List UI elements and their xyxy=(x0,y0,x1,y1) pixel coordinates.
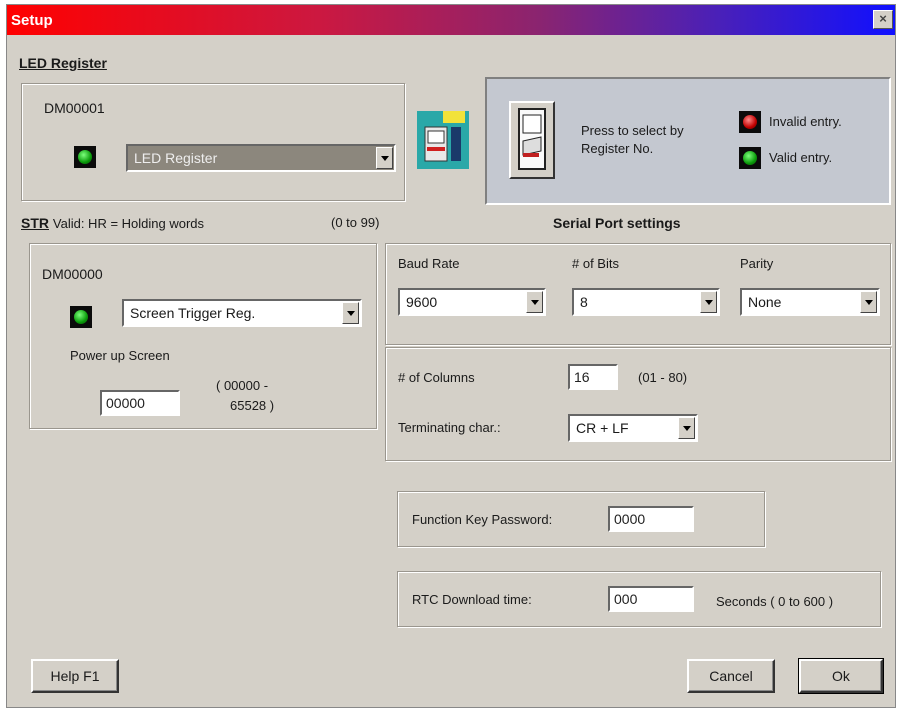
select-by-register-button[interactable] xyxy=(509,101,555,179)
title-bar[interactable]: Setup × xyxy=(7,5,895,35)
powerup-range-line1: ( 00000 - xyxy=(216,378,269,393)
password-group: Function Key Password: xyxy=(397,491,765,547)
bits-value: 8 xyxy=(580,294,588,310)
terminating-char-value: CR + LF xyxy=(576,420,629,436)
led-register-heading: LED Register xyxy=(19,55,107,71)
ok-button[interactable]: Ok xyxy=(798,658,884,694)
rtc-group: RTC Download time: Seconds ( 0 to 600 ) xyxy=(397,571,881,627)
chevron-down-icon[interactable] xyxy=(700,291,717,313)
str-range: (0 to 99) xyxy=(331,215,380,230)
password-input[interactable] xyxy=(608,506,694,532)
chevron-down-icon[interactable] xyxy=(678,417,695,439)
register-select-panel: Press to select by Register No. Invalid … xyxy=(485,77,891,205)
help-button[interactable]: Help F1 xyxy=(31,659,119,693)
rtc-unit: Seconds ( 0 to 600 ) xyxy=(716,594,834,609)
password-label: Function Key Password: xyxy=(412,512,553,527)
str-group: DM00000 Screen Trigger Reg. Power up Scr… xyxy=(29,243,377,429)
baud-rate-label: Baud Rate xyxy=(398,256,460,271)
str-heading: STR Valid: HR = Holding words xyxy=(21,215,205,231)
bits-combo[interactable]: 8 xyxy=(572,288,720,316)
press-to-select-line2: Register No. xyxy=(581,141,654,156)
chevron-down-icon[interactable] xyxy=(376,147,393,169)
window-title: Setup xyxy=(11,11,53,29)
serial-format-group: # of Columns (01 - 80) Terminating char.… xyxy=(385,347,891,461)
invalid-led-icon xyxy=(739,111,761,133)
serial-heading: Serial Port settings xyxy=(553,215,681,231)
valid-entry-label: Valid entry. xyxy=(769,150,833,165)
parity-label: Parity xyxy=(740,256,774,271)
columns-input[interactable] xyxy=(568,364,618,390)
valid-led-icon xyxy=(739,147,761,169)
parity-combo[interactable]: None xyxy=(740,288,880,316)
bits-label: # of Bits xyxy=(572,256,619,271)
ok-button-label: Ok xyxy=(832,668,850,684)
help-button-label: Help F1 xyxy=(50,668,100,684)
rtc-label: RTC Download time: xyxy=(412,592,532,607)
setup-dialog: Setup × LED Register DM00001 LED Registe… xyxy=(6,4,896,708)
str-led-icon xyxy=(70,306,92,328)
chevron-down-icon[interactable] xyxy=(526,291,543,313)
register-card-icon xyxy=(518,108,546,170)
columns-range: (01 - 80) xyxy=(638,370,688,385)
powerup-screen-input[interactable] xyxy=(100,390,180,416)
register-select-icon[interactable] xyxy=(415,107,475,173)
cancel-button-label: Cancel xyxy=(709,668,753,684)
columns-label: # of Columns xyxy=(398,370,475,385)
led-status-indicator xyxy=(74,146,96,168)
screen-trigger-value: Screen Trigger Reg. xyxy=(130,305,256,321)
parity-value: None xyxy=(748,294,782,310)
led-register-combo-value: LED Register xyxy=(134,150,218,166)
screen-trigger-combo[interactable]: Screen Trigger Reg. xyxy=(122,299,362,327)
powerup-range-line2: 65528 ) xyxy=(230,398,275,413)
chevron-down-icon[interactable] xyxy=(342,302,359,324)
terminating-char-label: Terminating char.: xyxy=(398,420,501,435)
led-register-address: DM00001 xyxy=(44,100,105,116)
chevron-down-icon[interactable] xyxy=(860,291,877,313)
cancel-button[interactable]: Cancel xyxy=(687,659,775,693)
powerup-screen-label: Power up Screen xyxy=(70,348,170,363)
close-icon[interactable]: × xyxy=(873,10,893,29)
rtc-input[interactable] xyxy=(608,586,694,612)
terminating-char-combo[interactable]: CR + LF xyxy=(568,414,698,442)
led-register-group: DM00001 LED Register xyxy=(21,83,405,201)
invalid-entry-label: Invalid entry. xyxy=(769,114,842,129)
baud-rate-value: 9600 xyxy=(406,294,438,310)
str-address: DM00000 xyxy=(42,266,103,282)
press-to-select-line1: Press to select by xyxy=(581,123,684,138)
serial-main-group: Baud Rate 9600 # of Bits 8 Parity None xyxy=(385,243,891,345)
baud-rate-combo[interactable]: 9600 xyxy=(398,288,546,316)
led-register-combo[interactable]: LED Register xyxy=(126,144,396,172)
